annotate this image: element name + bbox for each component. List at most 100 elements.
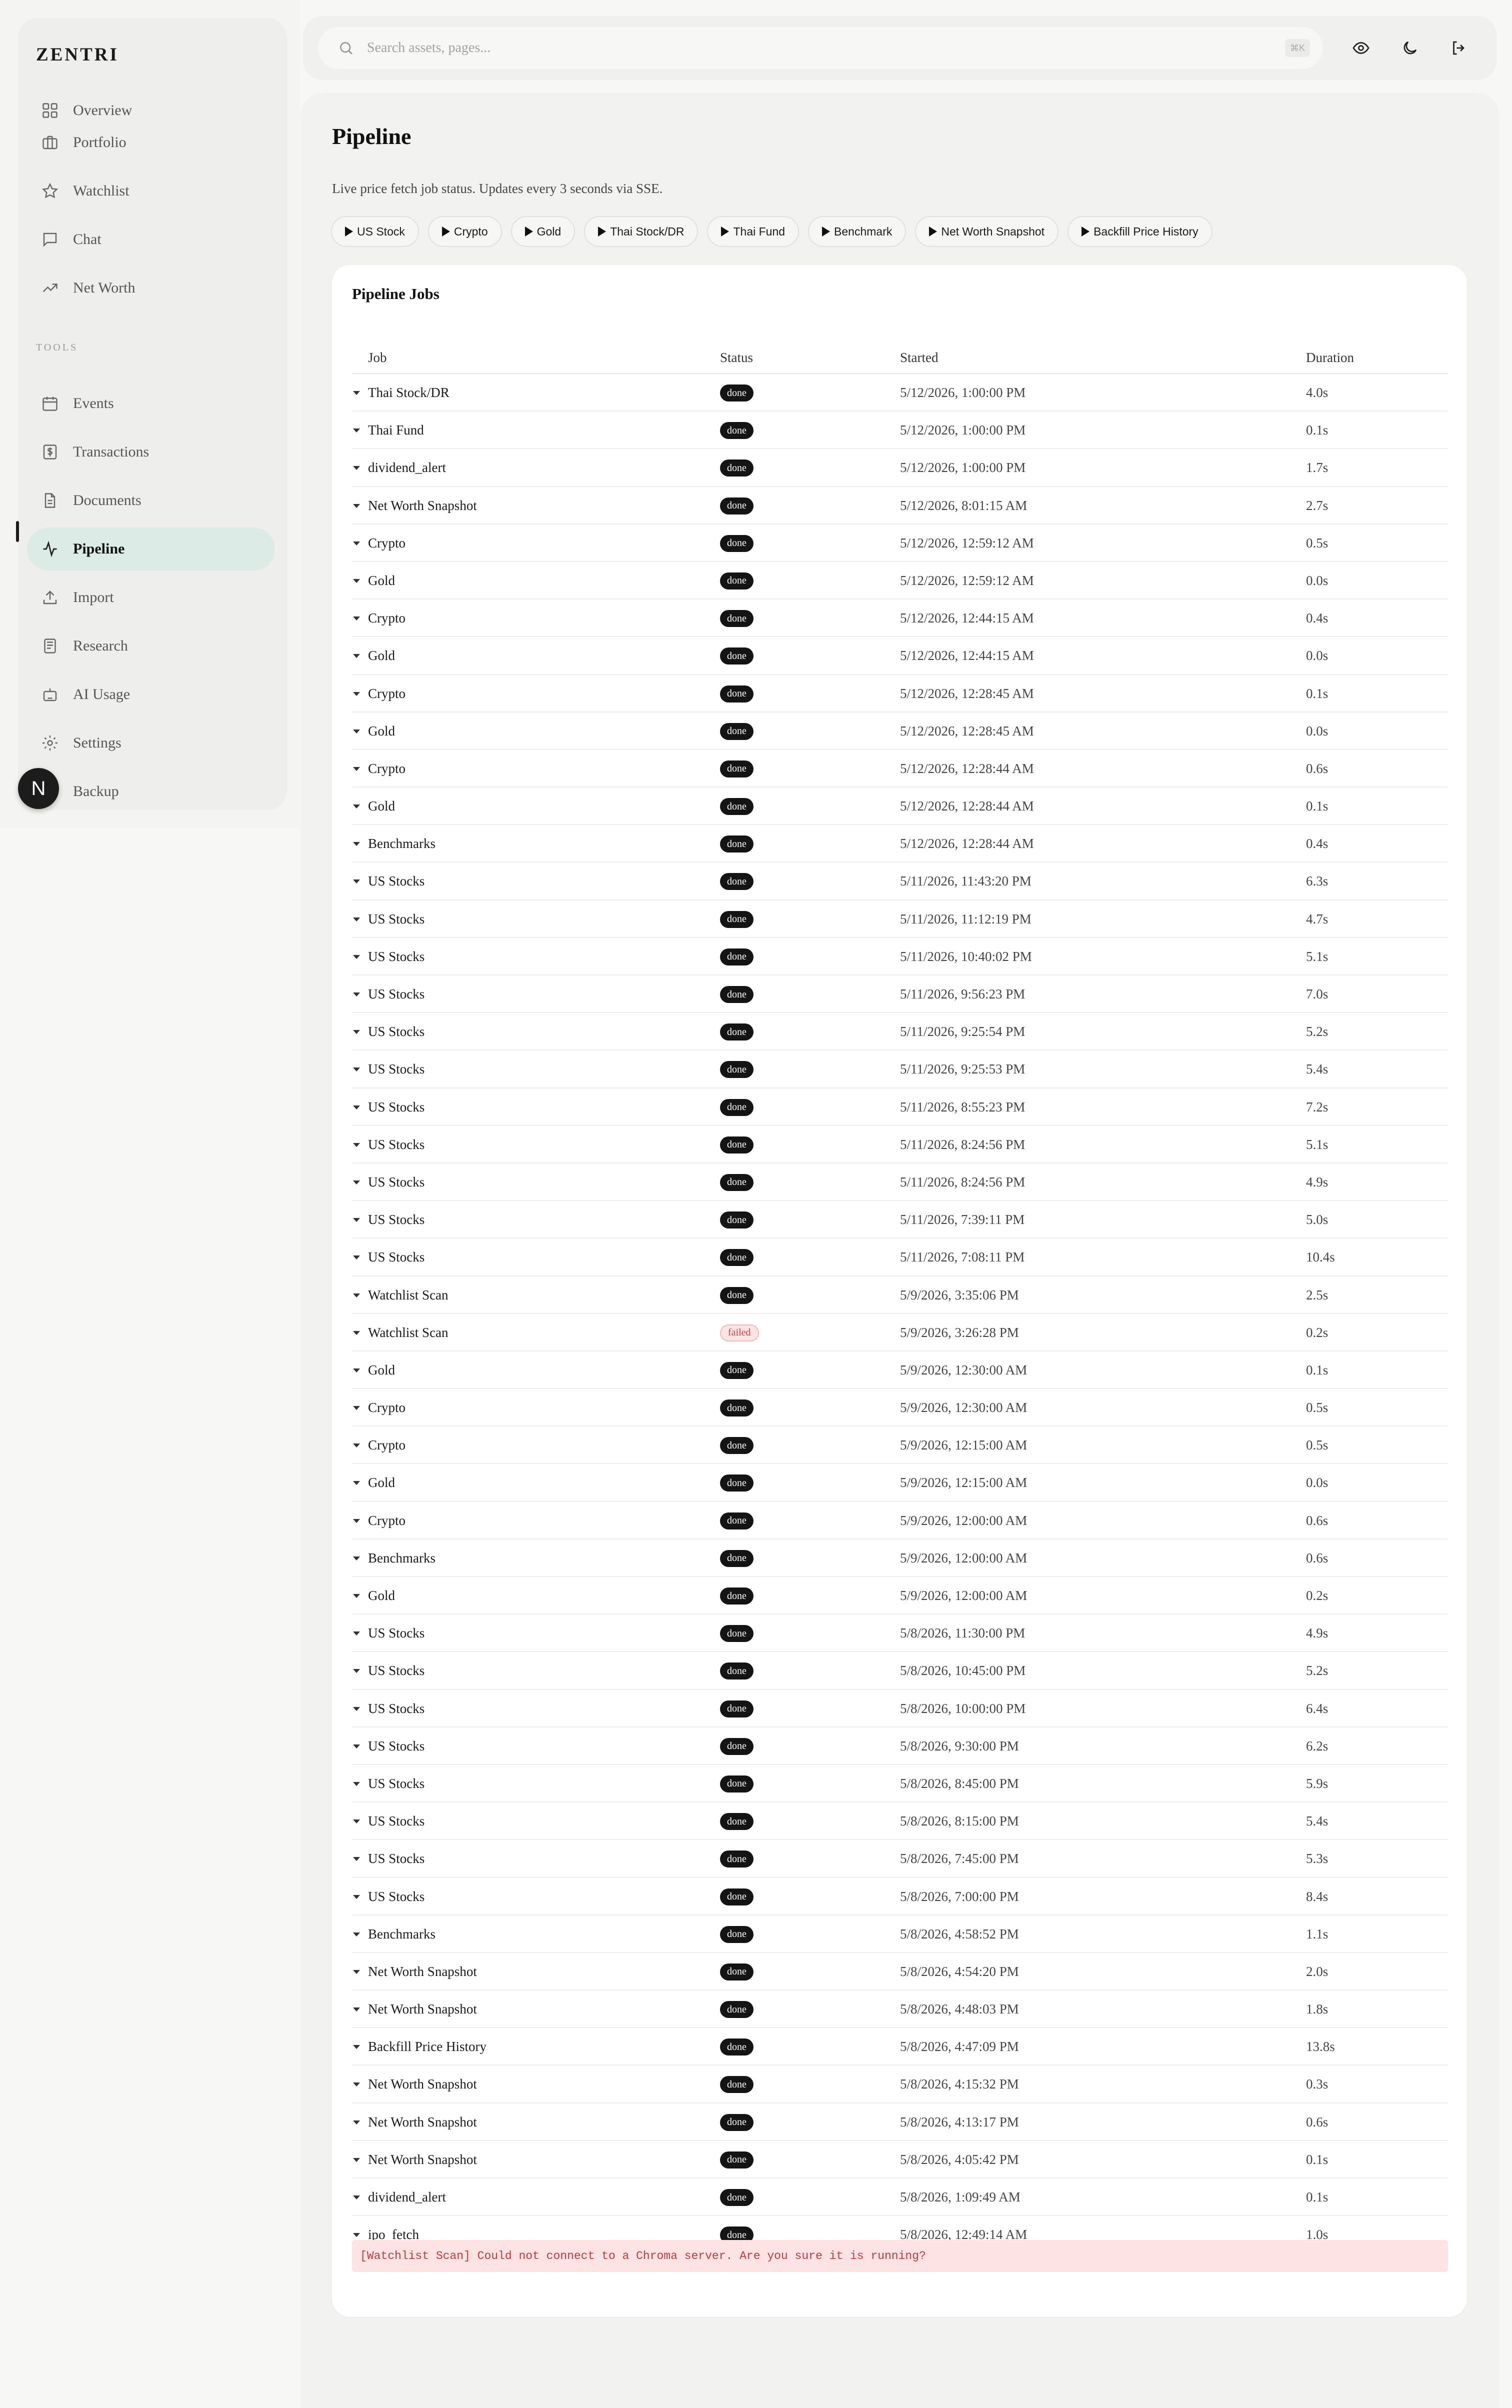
chevron-down-icon[interactable] xyxy=(353,1820,360,1824)
chevron-down-icon[interactable] xyxy=(353,1444,360,1448)
run-crypto-button[interactable]: Crypto xyxy=(428,216,502,247)
chevron-down-icon[interactable] xyxy=(353,1030,360,1034)
chevron-down-icon[interactable] xyxy=(353,1105,360,1110)
table-row[interactable]: Backfill Price History done 5/8/2026, 4:47… xyxy=(352,2028,1448,2066)
table-row[interactable]: Thai Fund done 5/12/2026, 1:00:00 PM 0.1s xyxy=(352,412,1448,450)
table-row[interactable]: Net Worth Snapshot done 5/8/2026, 4:48:03 … xyxy=(352,1990,1448,2028)
table-row[interactable]: US Stocks done 5/8/2026, 8:15:00 PM 5.4s xyxy=(352,1802,1448,1840)
chevron-down-icon[interactable] xyxy=(353,578,360,583)
run-thai-stock-button[interactable]: Thai Stock/DR xyxy=(584,216,698,247)
sidebar-item-transactions[interactable]: Transactions xyxy=(27,430,275,474)
table-row[interactable]: US Stocks done 5/8/2026, 8:45:00 PM 5.9s xyxy=(352,1765,1448,1803)
chevron-down-icon[interactable] xyxy=(353,1368,360,1372)
chevron-down-icon[interactable] xyxy=(353,1706,360,1711)
table-row[interactable]: US Stocks done 5/8/2026, 7:00:00 PM 8.4s xyxy=(352,1878,1448,1916)
chevron-down-icon[interactable] xyxy=(353,391,360,395)
sidebar-item-import[interactable]: Import xyxy=(27,576,275,619)
chevron-down-icon[interactable] xyxy=(353,1068,360,1072)
table-row[interactable]: US Stocks done 5/11/2026, 10:40:02 PM 5.1s xyxy=(352,938,1448,976)
table-row[interactable]: Crypto done 5/12/2026, 12:59:12 AM 0.5s xyxy=(352,524,1448,562)
chevron-down-icon[interactable] xyxy=(353,428,360,433)
chevron-down-icon[interactable] xyxy=(353,1669,360,1674)
run-gold-button[interactable]: Gold xyxy=(510,216,576,247)
table-row[interactable]: Gold done 5/12/2026, 12:28:45 AM 0.0s xyxy=(352,712,1448,750)
chevron-down-icon[interactable] xyxy=(353,1932,360,1936)
chevron-down-icon[interactable] xyxy=(353,1744,360,1748)
chevron-down-icon[interactable] xyxy=(353,1556,360,1560)
table-row[interactable]: Crypto done 5/12/2026, 12:28:45 AM 0.1s xyxy=(352,675,1448,712)
run-benchmark-button[interactable]: Benchmark xyxy=(808,216,906,247)
table-row[interactable]: US Stocks done 5/8/2026, 10:45:00 PM 5.2s xyxy=(352,1652,1448,1690)
table-row[interactable]: US Stocks done 5/11/2026, 8:55:23 PM 7.2s xyxy=(352,1088,1448,1126)
run-thai-fund-button[interactable]: Thai Fund xyxy=(707,216,800,247)
chevron-down-icon[interactable] xyxy=(353,992,360,996)
table-row[interactable]: US Stocks done 5/11/2026, 8:24:56 PM 5.1s xyxy=(352,1126,1448,1164)
table-row[interactable]: Gold done 5/9/2026, 12:30:00 AM 0.1s xyxy=(352,1352,1448,1390)
table-row[interactable]: US Stocks done 5/11/2026, 9:25:54 PM 5.2s xyxy=(352,1013,1448,1051)
table-row[interactable]: US Stocks done 5/11/2026, 7:39:11 PM 5.0s xyxy=(352,1201,1448,1239)
logout-icon[interactable] xyxy=(1445,34,1473,62)
table-row[interactable]: Benchmarks done 5/12/2026, 12:28:44 AM 0.4s xyxy=(352,825,1448,863)
chevron-down-icon[interactable] xyxy=(353,2045,360,2050)
chevron-down-icon[interactable] xyxy=(353,1330,360,1335)
table-row[interactable]: US Stocks done 5/11/2026, 11:12:19 PM 4.7s xyxy=(352,900,1448,938)
chevron-down-icon[interactable] xyxy=(353,954,360,959)
moon-icon[interactable] xyxy=(1396,34,1424,62)
chevron-down-icon[interactable] xyxy=(353,1218,360,1222)
chevron-down-icon[interactable] xyxy=(353,1857,360,1862)
chevron-down-icon[interactable] xyxy=(353,692,360,696)
chevron-down-icon[interactable] xyxy=(353,2120,360,2124)
table-row[interactable]: Watchlist Scan failed 5/9/2026, 3:26:28 PM… xyxy=(352,1314,1448,1352)
chevron-down-icon[interactable] xyxy=(353,1406,360,1410)
sidebar-item-backup[interactable]: Backup xyxy=(27,770,275,810)
chevron-down-icon[interactable] xyxy=(353,1594,360,1598)
table-row[interactable]: Watchlist Scan done 5/9/2026, 3:35:06 PM 2.… xyxy=(352,1276,1448,1314)
run-net-worth-snapshot-button[interactable]: Net Worth Snapshot xyxy=(915,216,1059,247)
chevron-down-icon[interactable] xyxy=(353,2082,360,2087)
sidebar-item-events[interactable]: Events xyxy=(27,382,275,425)
sidebar-item-net-worth[interactable]: Net Worth xyxy=(27,266,275,310)
table-row[interactable]: US Stocks done 5/11/2026, 9:25:53 PM 5.4s xyxy=(352,1050,1448,1088)
eye-icon[interactable] xyxy=(1347,34,1375,62)
table-row[interactable]: Crypto done 5/12/2026, 12:44:15 AM 0.4s xyxy=(352,600,1448,638)
table-row[interactable]: US Stocks done 5/11/2026, 9:56:23 PM 7.0s xyxy=(352,976,1448,1014)
chevron-down-icon[interactable] xyxy=(353,1293,360,1298)
table-row[interactable]: Gold done 5/12/2026, 12:59:12 AM 0.0s xyxy=(352,562,1448,600)
chevron-down-icon[interactable] xyxy=(353,504,360,508)
chevron-down-icon[interactable] xyxy=(353,654,360,658)
table-row[interactable]: Gold done 5/12/2026, 12:44:15 AM 0.0s xyxy=(352,637,1448,675)
chevron-down-icon[interactable] xyxy=(353,2158,360,2162)
sidebar-item-research[interactable]: Research xyxy=(27,624,275,668)
table-row[interactable]: Net Worth Snapshot done 5/8/2026, 4:05:42 … xyxy=(352,2141,1448,2178)
chevron-down-icon[interactable] xyxy=(353,766,360,771)
chevron-down-icon[interactable] xyxy=(353,917,360,922)
chevron-down-icon[interactable] xyxy=(353,1142,360,1147)
chevron-down-icon[interactable] xyxy=(353,1481,360,1486)
table-row[interactable]: US Stocks done 5/8/2026, 10:00:00 PM 6.4s xyxy=(352,1690,1448,1728)
sidebar-item-pipeline[interactable]: Pipeline xyxy=(27,528,275,570)
user-avatar-button[interactable]: N xyxy=(18,768,59,809)
table-row[interactable]: US Stocks done 5/11/2026, 11:43:20 PM 6.3s xyxy=(352,862,1448,900)
table-row[interactable]: Crypto done 5/9/2026, 12:30:00 AM 0.5s xyxy=(352,1389,1448,1427)
chevron-down-icon[interactable] xyxy=(353,616,360,621)
run-us-stock-button[interactable]: US Stock xyxy=(331,216,419,247)
table-row[interactable]: Crypto done 5/12/2026, 12:28:44 AM 0.6s xyxy=(352,750,1448,788)
table-row[interactable]: US Stocks done 5/8/2026, 11:30:00 PM 4.9s xyxy=(352,1614,1448,1652)
sidebar-item-chat[interactable]: Chat xyxy=(27,218,275,261)
chevron-down-icon[interactable] xyxy=(353,1782,360,1786)
table-row[interactable]: Net Worth Snapshot done 5/8/2026, 4:54:20 … xyxy=(352,1953,1448,1991)
table-row[interactable]: Gold done 5/9/2026, 12:15:00 AM 0.0s xyxy=(352,1464,1448,1502)
chevron-down-icon[interactable] xyxy=(353,541,360,546)
table-row[interactable]: US Stocks done 5/11/2026, 7:08:11 PM 10.4s xyxy=(352,1238,1448,1276)
chevron-down-icon[interactable] xyxy=(353,2233,360,2238)
table-row[interactable]: Crypto done 5/9/2026, 12:15:00 AM 0.5s xyxy=(352,1426,1448,1464)
chevron-down-icon[interactable] xyxy=(353,729,360,734)
chevron-down-icon[interactable] xyxy=(353,1632,360,1636)
chevron-down-icon[interactable] xyxy=(353,1180,360,1184)
sidebar-item-watchlist[interactable]: Watchlist xyxy=(27,170,275,212)
table-row[interactable]: Net Worth Snapshot done 5/12/2026, 8:01:15… xyxy=(352,487,1448,524)
table-row[interactable]: Gold done 5/12/2026, 12:28:44 AM 0.1s xyxy=(352,788,1448,826)
sidebar-item-portfolio[interactable]: Portfolio xyxy=(27,121,275,164)
table-row[interactable]: dividend_alert done 5/12/2026, 1:00:00 PM 1… xyxy=(352,449,1448,487)
table-row[interactable]: Gold done 5/9/2026, 12:00:00 AM 0.2s xyxy=(352,1577,1448,1615)
